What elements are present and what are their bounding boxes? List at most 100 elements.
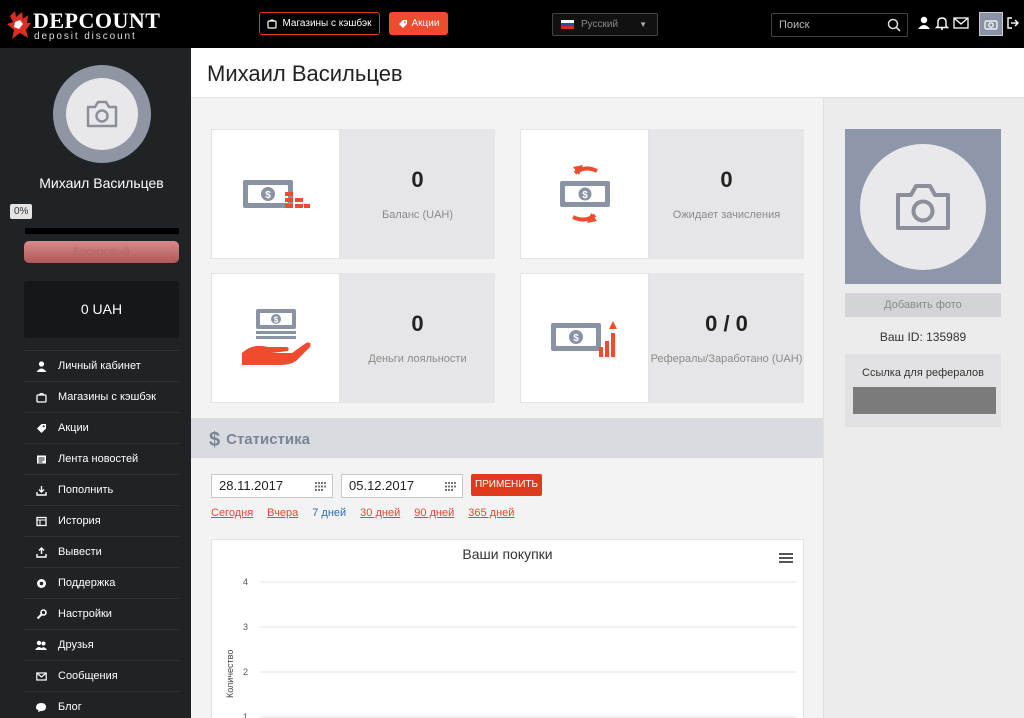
support-icon	[36, 578, 46, 588]
main-content: $ 0 Баланс (UAH) $ 0 Ожидает зачисления …	[191, 98, 823, 718]
balance-card: $ 0 Баланс (UAH)	[211, 129, 495, 259]
sidebar-balance: 0 UAH	[24, 281, 179, 338]
sidebar-item-news[interactable]: Лента новостей	[24, 443, 180, 474]
camera-icon	[896, 183, 950, 230]
envelope-icon[interactable]	[953, 16, 969, 30]
camera-icon	[86, 100, 118, 128]
user-icon[interactable]	[917, 16, 931, 30]
shops-cashback-label: Магазины с кэшбэк	[282, 18, 372, 29]
y-tick-label: 1	[243, 712, 248, 718]
referrals-label: Рефералы/Заработано (UAH)	[650, 353, 803, 365]
svg-text:$: $	[573, 333, 579, 344]
card-icon-box: $	[520, 129, 649, 259]
pending-card: $ 0 Ожидает зачисления	[520, 129, 804, 259]
page-header: Михаил Васильцев	[191, 48, 1024, 98]
progress-label: 0%	[10, 204, 33, 219]
range-90-days-link[interactable]: 90 дней	[414, 507, 454, 519]
loyalty-card: $ 0 Деньги лояльности	[211, 273, 495, 403]
range-7-days-link[interactable]: 7 дней	[312, 507, 346, 519]
date-range-links: Сегодня Вчера 7 дней 30 дней 90 дней 365…	[211, 507, 528, 519]
sidebar-item-label: Вывести	[58, 546, 102, 558]
y-axis-label: Количество	[225, 650, 235, 698]
page-title: Михаил Васильцев	[207, 61, 403, 86]
sidebar-item-support[interactable]: Поддержка	[24, 567, 180, 598]
dollar-icon: $	[209, 429, 221, 451]
language-select[interactable]: Русский ▼	[552, 13, 658, 36]
newspaper-icon	[36, 455, 46, 463]
referral-title: Ссылка для рефералов	[862, 367, 984, 379]
range-365-days-link[interactable]: 365 дней	[468, 507, 514, 519]
shops-cashback-button[interactable]: Магазины с кэшбэк	[259, 12, 380, 35]
money-stack-icon: $	[242, 180, 310, 208]
sidebar-item-blog[interactable]: Блог	[24, 691, 180, 718]
sidebar-item-promo[interactable]: Акции	[24, 412, 180, 443]
sidebar-item-withdraw[interactable]: Вывести	[24, 536, 180, 567]
purchases-chart: 4 3 2 1 Количество Ваши покупки	[211, 539, 804, 718]
referrals-card: $ 0 / 0 Рефералы/Заработано (UAH)	[520, 273, 804, 403]
sidebar-item-label: Блог	[58, 701, 82, 713]
shop-icon	[267, 18, 278, 29]
chart-canvas: 4 3 2 1 Количество	[225, 577, 797, 718]
sidebar-avatar[interactable]	[53, 65, 151, 163]
card-icon-box: $	[211, 273, 340, 403]
search-icon[interactable]	[887, 18, 901, 32]
svg-text:$: $	[265, 190, 271, 201]
logo[interactable]: DEPCOUNT deposit discount	[6, 6, 160, 44]
logo-subtitle: deposit discount	[34, 31, 137, 42]
balance-value: 0	[411, 167, 424, 192]
sidebar-item-messages[interactable]: Сообщения	[24, 660, 180, 691]
user-id: Ваш ID: 135989	[879, 330, 967, 344]
calendar-icon[interactable]	[315, 482, 326, 491]
avatar[interactable]	[979, 12, 1003, 36]
sidebar-item-label: Личный кабинет	[58, 360, 141, 372]
y-tick-label: 3	[243, 622, 248, 632]
sidebar-item-label: История	[58, 515, 101, 527]
pending-value: 0	[720, 167, 733, 192]
sidebar-item-deposit[interactable]: Пополнить	[24, 474, 180, 505]
statistics-header: $ Статистика	[191, 418, 823, 458]
sidebar-item-label: Акции	[58, 422, 89, 434]
shop-icon	[35, 392, 47, 403]
sidebar-user-name: Михаил Васильцев	[39, 175, 164, 191]
add-photo-button[interactable]: Добавить фото	[845, 293, 1001, 317]
wrench-icon	[36, 608, 47, 619]
sidebar-item-label: Друзья	[58, 639, 94, 651]
hamburger-menu-icon[interactable]	[779, 552, 793, 564]
chevron-down-icon: ▼	[639, 20, 647, 29]
calendar-icon[interactable]	[445, 482, 456, 491]
sidebar-item-friends[interactable]: Друзья	[24, 629, 180, 660]
friends-icon	[35, 640, 47, 650]
chart-title: Ваши покупки	[462, 546, 553, 562]
money-hand-icon: $	[241, 309, 310, 365]
sidebar-item-label: Сообщения	[58, 670, 118, 682]
profile-photo[interactable]	[845, 129, 1001, 284]
statistics-title: $ Статистика	[209, 427, 310, 451]
range-30-days-link[interactable]: 30 дней	[360, 507, 400, 519]
blog-icon	[36, 702, 46, 712]
range-yesterday-link[interactable]: Вчера	[267, 507, 298, 519]
sidebar-menu: Личный кабинет Магазины с кэшбэк Акции Л…	[24, 350, 180, 718]
bell-icon[interactable]	[935, 16, 949, 30]
right-panel: Добавить фото Ваш ID: 135989 Ссылка для …	[823, 98, 1024, 718]
sidebar-item-history[interactable]: История	[24, 505, 180, 536]
download-icon	[35, 485, 47, 496]
range-today-link[interactable]: Сегодня	[211, 507, 253, 519]
promo-button[interactable]: Акции	[389, 12, 448, 35]
y-tick-label: 4	[243, 577, 248, 587]
statistics-title-text: Статистика	[226, 431, 310, 448]
date-to-input[interactable]: 05.12.2017	[341, 474, 463, 498]
date-from-input[interactable]: 28.11.2017	[211, 474, 333, 498]
referral-link-field[interactable]	[853, 387, 996, 414]
money-exchange-icon: $	[559, 165, 610, 223]
sidebar-item-cabinet[interactable]: Личный кабинет	[24, 350, 180, 381]
sidebar-item-label: Поддержка	[58, 577, 116, 589]
logout-icon[interactable]	[1006, 16, 1020, 30]
y-tick-label: 2	[243, 667, 248, 677]
sidebar-item-settings[interactable]: Настройки	[24, 598, 180, 629]
sidebar-item-label: Магазины с кэшбэк	[58, 391, 156, 403]
history-icon	[35, 516, 47, 526]
search-input[interactable]	[772, 14, 882, 36]
sidebar-item-shops[interactable]: Магазины с кэшбэк	[24, 381, 180, 412]
apply-button[interactable]: ПРИМЕНИТЬ	[471, 474, 542, 496]
money-growth-icon: $	[550, 321, 617, 357]
